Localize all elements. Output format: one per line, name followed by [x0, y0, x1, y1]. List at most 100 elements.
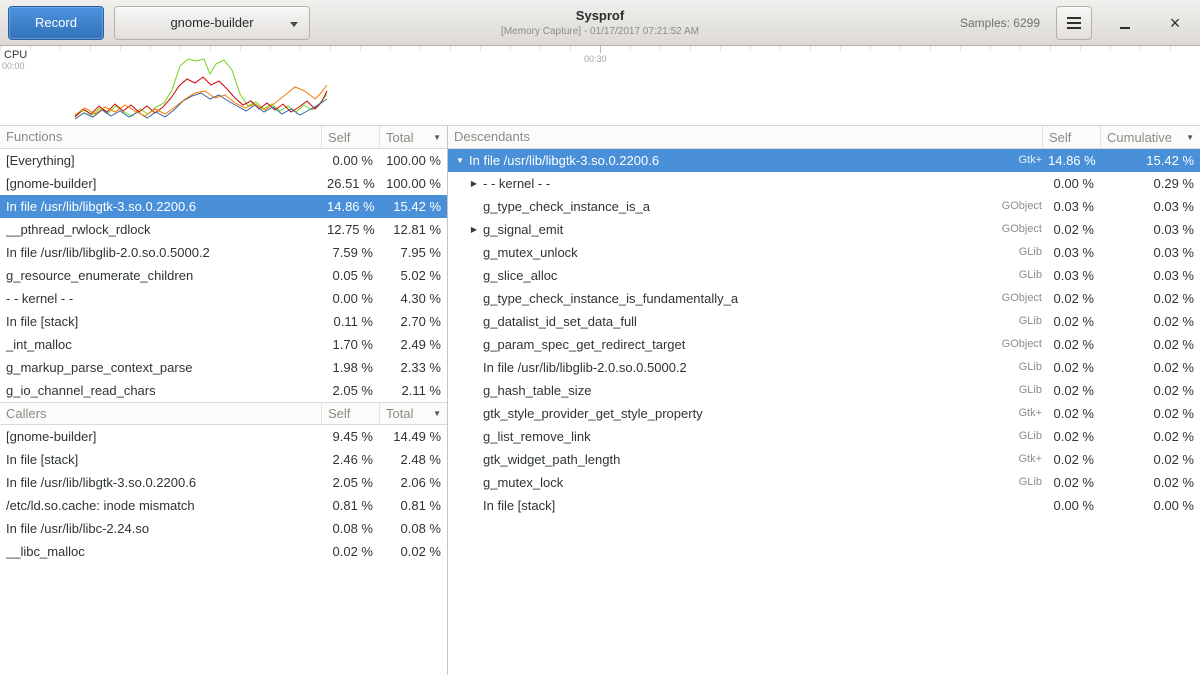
- table-row[interactable]: g_resource_enumerate_children0.05 %5.02 …: [0, 264, 447, 287]
- row-total-value: 2.70 %: [379, 310, 447, 333]
- row-total-value: 100.00 %: [379, 172, 447, 195]
- table-row[interactable]: - - kernel - -0.00 %4.30 %: [0, 287, 447, 310]
- sysprof-window: Record gnome-builder Sysprof [Memory Cap…: [0, 0, 1200, 675]
- row-total-value: 5.02 %: [379, 264, 447, 287]
- expander-icon[interactable]: ▶: [467, 218, 481, 241]
- row-category-label: Gtk+: [970, 149, 1042, 172]
- row-function-name: _int_malloc: [0, 333, 321, 356]
- expander-icon[interactable]: ▼: [453, 149, 467, 172]
- row-indent: [453, 448, 467, 471]
- row-category-label: GObject: [970, 333, 1042, 356]
- table-row[interactable]: [gnome-builder]26.51 %100.00 %: [0, 172, 447, 195]
- table-row[interactable]: [gnome-builder]9.45 %14.49 %: [0, 425, 447, 448]
- table-row[interactable]: g_mutex_unlockGLib0.03 %0.03 %: [448, 241, 1200, 264]
- table-row[interactable]: [Everything]0.00 %100.00 %: [0, 149, 447, 172]
- close-button[interactable]: ×: [1158, 6, 1192, 40]
- table-row[interactable]: g_type_check_instance_is_fundamentally_a…: [448, 287, 1200, 310]
- row-total-value: 4.30 %: [379, 287, 447, 310]
- callers-table-body: [gnome-builder]9.45 %14.49 %In file [sta…: [0, 425, 447, 563]
- row-function-name: In file [stack]: [481, 494, 970, 517]
- menu-button[interactable]: [1056, 6, 1092, 40]
- row-function-name: g_io_channel_read_chars: [0, 379, 321, 402]
- minimize-button[interactable]: [1108, 6, 1142, 40]
- row-function-name: g_mutex_lock: [481, 471, 970, 494]
- table-row[interactable]: In file /usr/lib/libgtk-3.so.0.2200.62.0…: [0, 471, 447, 494]
- row-function-name: In file /usr/lib/libgtk-3.so.0.2200.6: [0, 471, 321, 494]
- hamburger-icon: [1067, 22, 1081, 24]
- row-self-value: 0.00 %: [321, 287, 379, 310]
- expander-icon[interactable]: ▶: [467, 172, 481, 195]
- row-function-name: g_datalist_id_set_data_full: [481, 310, 970, 333]
- row-cumulative-value: 0.02 %: [1100, 425, 1200, 448]
- table-row[interactable]: In file [stack]0.00 %0.00 %: [448, 494, 1200, 517]
- cpu-graph-label: CPU: [4, 49, 27, 61]
- row-total-value: 0.81 %: [379, 494, 447, 517]
- table-row[interactable]: In file /usr/lib/libc-2.24.so0.08 %0.08 …: [0, 517, 447, 540]
- descendants-column-header[interactable]: Descendants: [448, 126, 1042, 148]
- row-cumulative-value: 0.02 %: [1100, 310, 1200, 333]
- row-cumulative-value: 0.02 %: [1100, 287, 1200, 310]
- callers-column-header[interactable]: Callers: [0, 403, 321, 424]
- total-column-header[interactable]: Total ▼: [379, 126, 447, 148]
- table-row[interactable]: In file [stack]0.11 %2.70 %: [0, 310, 447, 333]
- expander-icon: [467, 241, 481, 264]
- total-column-header[interactable]: Total ▼: [379, 403, 447, 424]
- table-row[interactable]: In file /usr/lib/libglib-2.0.so.0.5000.2…: [0, 241, 447, 264]
- expander-icon: [467, 333, 481, 356]
- expander-icon: [467, 402, 481, 425]
- expander-icon: [467, 425, 481, 448]
- row-self-value: 0.02 %: [1042, 356, 1100, 379]
- cumulative-column-header[interactable]: Cumulative ▼: [1100, 126, 1200, 148]
- minimize-icon: [1120, 27, 1130, 29]
- self-column-header[interactable]: Self: [1042, 126, 1100, 148]
- row-function-name: gtk_widget_path_length: [481, 448, 970, 471]
- cpu-timeline-graph[interactable]: CPU 00:00 00:30: [0, 46, 1200, 126]
- row-cumulative-value: 0.03 %: [1100, 195, 1200, 218]
- row-cumulative-value: 0.00 %: [1100, 494, 1200, 517]
- row-function-name: In file /usr/lib/libc-2.24.so: [0, 517, 321, 540]
- table-row[interactable]: __pthread_rwlock_rdlock12.75 %12.81 %: [0, 218, 447, 241]
- table-row[interactable]: ▶g_signal_emitGObject0.02 %0.03 %: [448, 218, 1200, 241]
- table-row[interactable]: ▼In file /usr/lib/libgtk-3.so.0.2200.6Gt…: [448, 149, 1200, 172]
- row-function-name: g_markup_parse_context_parse: [0, 356, 321, 379]
- page-title: Sysprof: [501, 8, 699, 23]
- table-row[interactable]: g_slice_allocGLib0.03 %0.03 %: [448, 264, 1200, 287]
- row-function-name: g_mutex_unlock: [481, 241, 970, 264]
- table-row[interactable]: _int_malloc1.70 %2.49 %: [0, 333, 447, 356]
- table-row[interactable]: /etc/ld.so.cache: inode mismatch0.81 %0.…: [0, 494, 447, 517]
- row-total-value: 2.48 %: [379, 448, 447, 471]
- self-column-label: Self: [328, 403, 350, 424]
- table-row[interactable]: In file /usr/lib/libgtk-3.so.0.2200.614.…: [0, 195, 447, 218]
- table-row[interactable]: In file /usr/lib/libglib-2.0.so.0.5000.2…: [448, 356, 1200, 379]
- callers-table-header: Callers Self Total ▼: [0, 402, 447, 425]
- row-self-value: 9.45 %: [321, 425, 379, 448]
- table-row[interactable]: g_markup_parse_context_parse1.98 %2.33 %: [0, 356, 447, 379]
- table-row[interactable]: g_hash_table_sizeGLib0.02 %0.02 %: [448, 379, 1200, 402]
- functions-column-header[interactable]: Functions: [0, 126, 321, 148]
- row-category-label: Gtk+: [970, 402, 1042, 425]
- row-self-value: 1.70 %: [321, 333, 379, 356]
- table-row[interactable]: g_list_remove_linkGLib0.02 %0.02 %: [448, 425, 1200, 448]
- table-row[interactable]: g_param_spec_get_redirect_targetGObject0…: [448, 333, 1200, 356]
- row-category-label: [970, 172, 1042, 195]
- table-row[interactable]: gtk_widget_path_lengthGtk+0.02 %0.02 %: [448, 448, 1200, 471]
- table-row[interactable]: In file [stack]2.46 %2.48 %: [0, 448, 447, 471]
- title-box: Sysprof [Memory Capture] - 01/17/2017 07…: [501, 8, 699, 37]
- table-row[interactable]: __libc_malloc0.02 %0.02 %: [0, 540, 447, 563]
- table-row[interactable]: ▶- - kernel - -0.00 %0.29 %: [448, 172, 1200, 195]
- descendants-table-body: ▼In file /usr/lib/libgtk-3.so.0.2200.6Gt…: [448, 149, 1200, 517]
- chevron-down-icon: [290, 22, 298, 27]
- row-total-value: 7.95 %: [379, 241, 447, 264]
- table-row[interactable]: g_io_channel_read_chars2.05 %2.11 %: [0, 379, 447, 402]
- process-selector-dropdown[interactable]: gnome-builder: [114, 6, 310, 40]
- table-row[interactable]: gtk_style_provider_get_style_propertyGtk…: [448, 402, 1200, 425]
- record-button[interactable]: Record: [8, 6, 104, 40]
- table-row[interactable]: g_mutex_lockGLib0.02 %0.02 %: [448, 471, 1200, 494]
- self-column-header[interactable]: Self: [321, 403, 379, 424]
- functions-table-body: [Everything]0.00 %100.00 %[gnome-builder…: [0, 149, 447, 402]
- self-column-header[interactable]: Self: [321, 126, 379, 148]
- row-function-name: In file [stack]: [0, 310, 321, 333]
- table-row[interactable]: g_datalist_id_set_data_fullGLib0.02 %0.0…: [448, 310, 1200, 333]
- table-row[interactable]: g_type_check_instance_is_aGObject0.03 %0…: [448, 195, 1200, 218]
- row-self-value: 7.59 %: [321, 241, 379, 264]
